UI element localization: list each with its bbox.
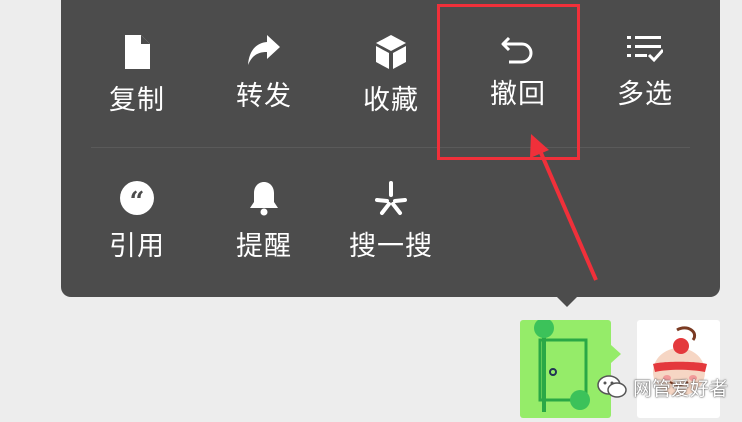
message-bubble-tail xyxy=(611,345,621,363)
forward-label: 转发 xyxy=(236,81,292,112)
message-context-menu: 复制 转发 收藏 撤回 多选 “ 引用 提醒 搜一搜 xyxy=(61,0,720,297)
quote-menu-item[interactable]: “ 引用 xyxy=(73,148,201,262)
menu-pointer-tip xyxy=(556,296,578,307)
copy-menu-item[interactable]: 复制 xyxy=(73,0,201,116)
user-avatar[interactable] xyxy=(637,320,720,418)
search-label: 搜一搜 xyxy=(349,231,433,262)
forward-menu-item[interactable]: 转发 xyxy=(200,0,328,112)
favorite-menu-item[interactable]: 收藏 xyxy=(327,0,455,116)
forward-arrow-icon xyxy=(247,34,281,66)
cartoon-avatar-image xyxy=(653,326,707,396)
quote-label: 引用 xyxy=(109,231,165,262)
checklist-icon xyxy=(627,34,663,64)
remind-menu-item[interactable]: 提醒 xyxy=(200,148,328,262)
svg-text:“: “ xyxy=(130,187,145,216)
recall-highlight-box xyxy=(437,4,580,160)
multi-select-menu-item[interactable]: 多选 xyxy=(581,0,709,110)
message-bubble[interactable] xyxy=(520,318,611,418)
copy-label: 复制 xyxy=(109,85,165,116)
bell-icon xyxy=(249,180,279,216)
watermark: 网管爱好者 xyxy=(597,372,728,402)
document-icon xyxy=(123,34,151,70)
multi-select-label: 多选 xyxy=(617,79,673,110)
search-menu-item[interactable]: 搜一搜 xyxy=(327,148,455,262)
remind-label: 提醒 xyxy=(236,231,292,262)
cube-icon xyxy=(374,34,408,70)
sticker-image xyxy=(534,318,590,412)
quote-icon: “ xyxy=(119,180,155,216)
search-spark-icon xyxy=(373,180,409,216)
favorite-label: 收藏 xyxy=(363,85,419,116)
watermark-text: 网管爱好者 xyxy=(633,377,729,400)
wechat-icon xyxy=(597,375,627,398)
